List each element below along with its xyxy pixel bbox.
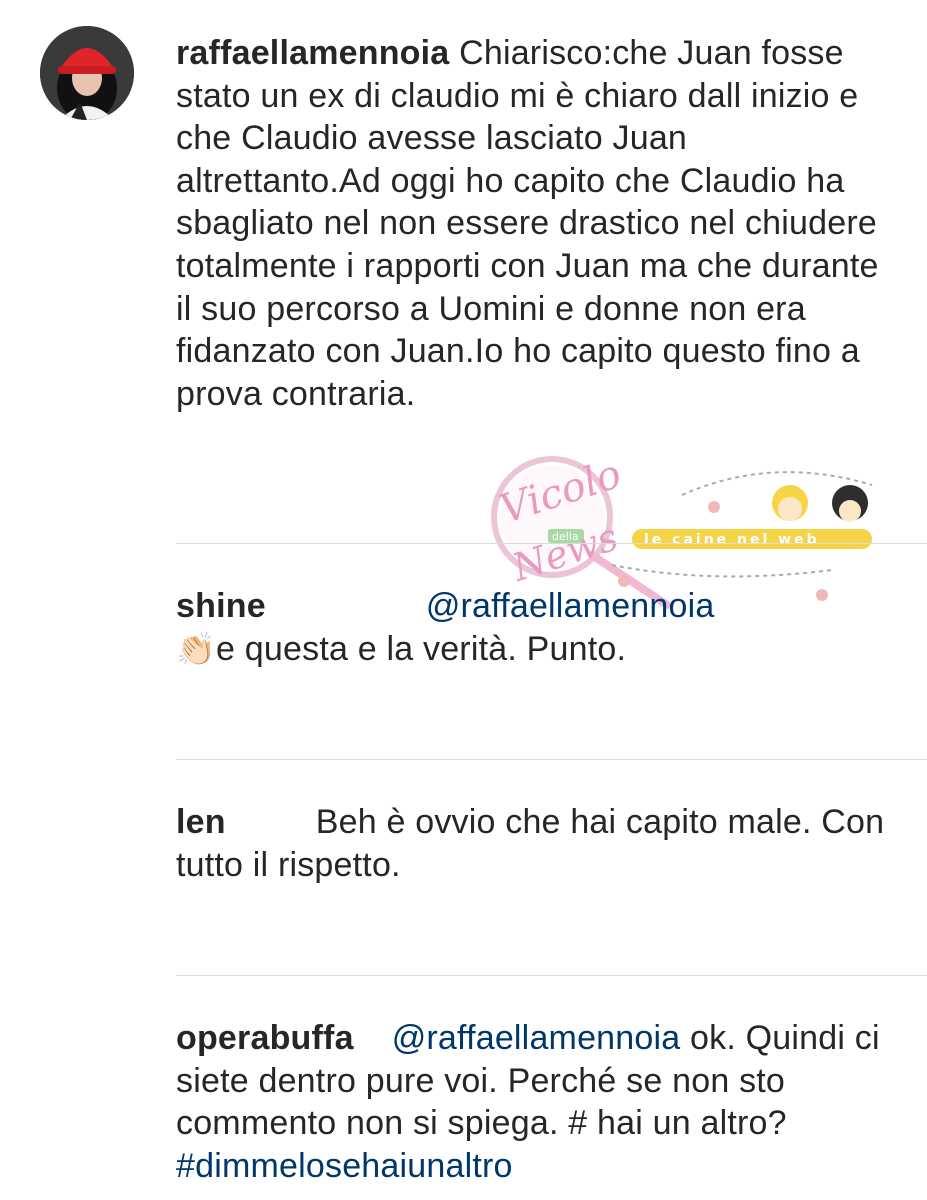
reply-mention[interactable]: @raffaellamennoia	[392, 1019, 681, 1057]
avatar-image	[40, 26, 134, 120]
main-comment: raffaellamennoia Chiarisco:che Juan foss…	[176, 32, 897, 415]
watermark-logo-line2: della	[552, 530, 579, 543]
comment-username[interactable]: raffaellamennoia	[176, 34, 449, 72]
reply-mention[interactable]: @raffaellamennoia	[426, 587, 715, 625]
watermark-tagline: le caine nel web	[644, 532, 820, 548]
watermark-logo-line1: Vicolo	[494, 455, 626, 533]
comment-divider	[176, 759, 927, 760]
avatar[interactable]	[40, 26, 134, 120]
watermark-logo-line3: News	[506, 515, 623, 590]
reply-comment: len Beh è ovvio che hai capito male. Con …	[176, 801, 897, 886]
comment-text: Chiarisco:che Juan fosse stato un ex di …	[176, 34, 879, 413]
reply-username[interactable]: operabuffa	[176, 1019, 354, 1057]
reply-text: Beh è ovvio che hai capito male. Con tut…	[176, 803, 885, 884]
reply-comment: operabuffa @raffaellamennoia ok. Quindi c…	[176, 1017, 897, 1187]
comment-divider	[176, 543, 927, 544]
comment-divider	[176, 975, 927, 976]
reply-username[interactable]: shine	[176, 587, 266, 625]
reply-hashtag[interactable]: #dimmelosehaiunaltro	[176, 1147, 513, 1185]
clapping-hands-icon: 👏🏻	[176, 630, 217, 667]
reply-username[interactable]: len	[176, 803, 226, 841]
reply-comment: shine @raffaellamennoia 👏🏻e questa e la v…	[176, 585, 897, 670]
reply-text: e questa e la verità. Punto.	[216, 629, 627, 668]
